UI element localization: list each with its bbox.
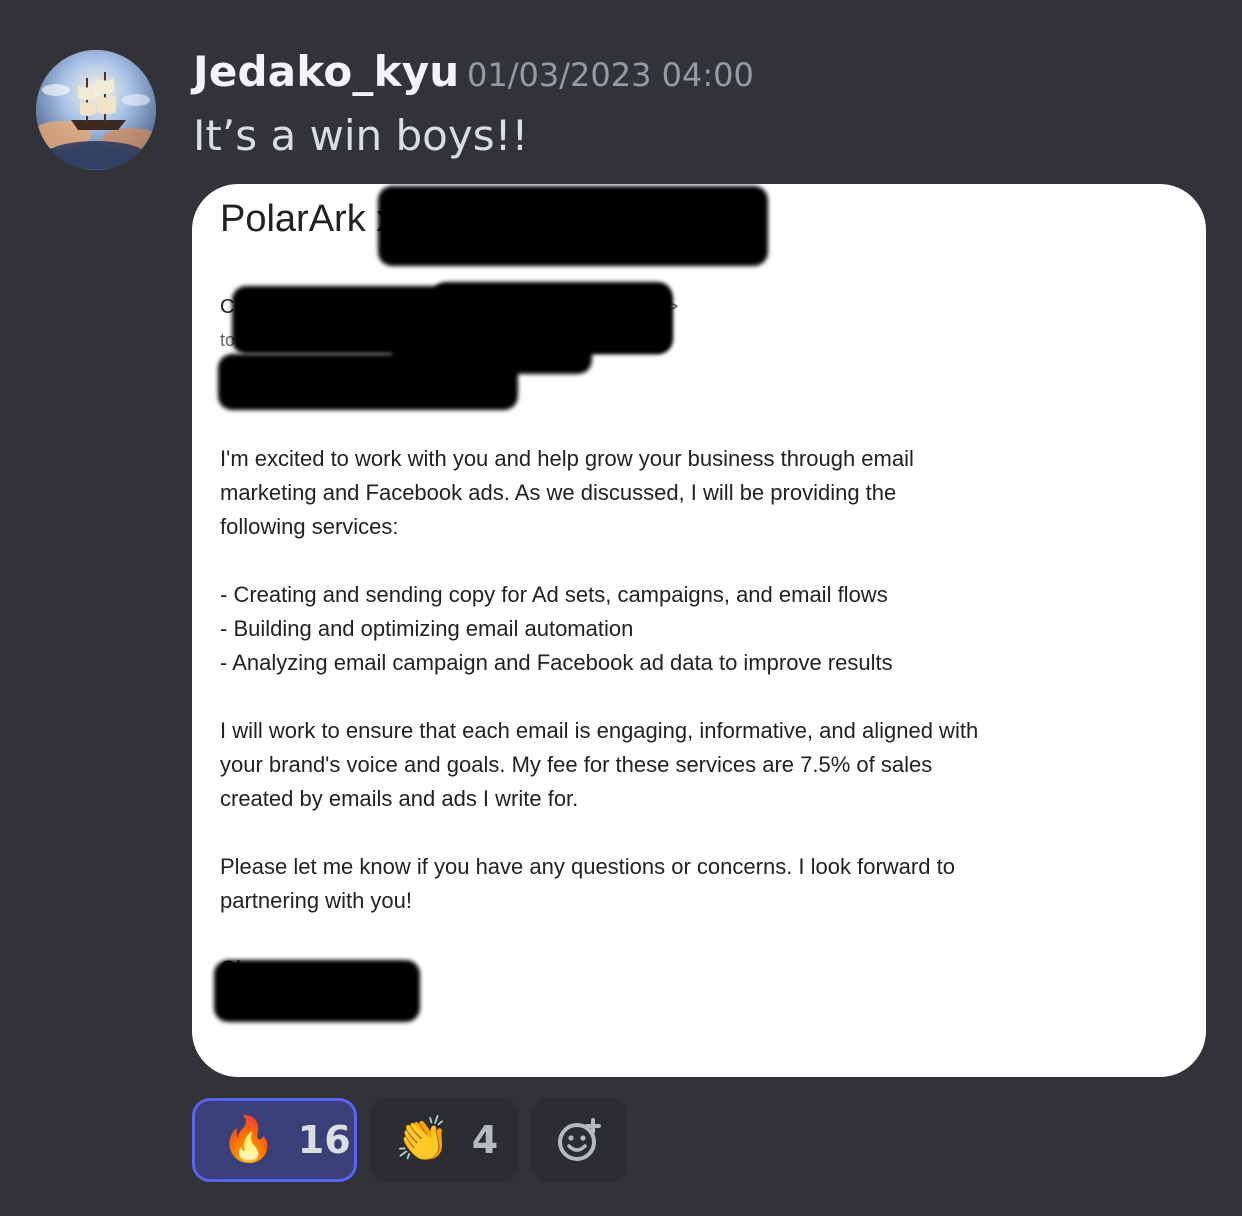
message-timestamp: 01/03/2023 04:00	[467, 56, 754, 94]
message-content: It’s a win boys!!	[193, 111, 529, 160]
user-avatar[interactable]	[36, 50, 156, 170]
redaction-recipient-2	[392, 324, 592, 374]
chat-message: Jedako_kyu 01/03/2023 04:00 It’s a win b…	[0, 0, 1242, 1216]
email-subject: PolarArk x	[220, 196, 395, 242]
service-item: - Creating and sending copy for Ad sets,…	[220, 582, 888, 607]
email-paragraph-closing: Please let me know if you have any quest…	[220, 854, 955, 913]
reaction-count: 4	[471, 1118, 499, 1162]
email-paragraph-intro: I'm excited to work with you and help gr…	[220, 446, 914, 539]
email-paragraph-fee: I will work to ensure that each email is…	[220, 718, 979, 811]
redaction-subject	[378, 186, 768, 266]
reaction-fire[interactable]: 🔥 16	[192, 1098, 357, 1182]
service-item: - Building and optimizing email automati…	[220, 616, 634, 641]
redaction-signature	[214, 960, 420, 1022]
service-item: - Analyzing email campaign and Facebook …	[220, 650, 893, 675]
email-body: I'm excited to work with you and help gr…	[220, 442, 980, 952]
username[interactable]: Jedako_kyu	[193, 44, 459, 100]
add-reaction-button[interactable]	[531, 1098, 627, 1182]
reaction-clap[interactable]: 👏 4	[369, 1098, 519, 1182]
email-services-list: - Creating and sending copy for Ad sets,…	[220, 578, 980, 680]
image-attachment[interactable]: PolarArk x Ce et> to I'm excited to work…	[192, 184, 1206, 1077]
email-subject-text: PolarArk x	[220, 198, 396, 240]
ship-illustration-icon	[36, 50, 156, 170]
reaction-count: 16	[297, 1118, 351, 1162]
fire-emoji-icon: 🔥	[221, 1114, 276, 1165]
clapping-hands-emoji-icon: 👏	[395, 1114, 450, 1165]
add-reaction-icon	[558, 1118, 601, 1161]
